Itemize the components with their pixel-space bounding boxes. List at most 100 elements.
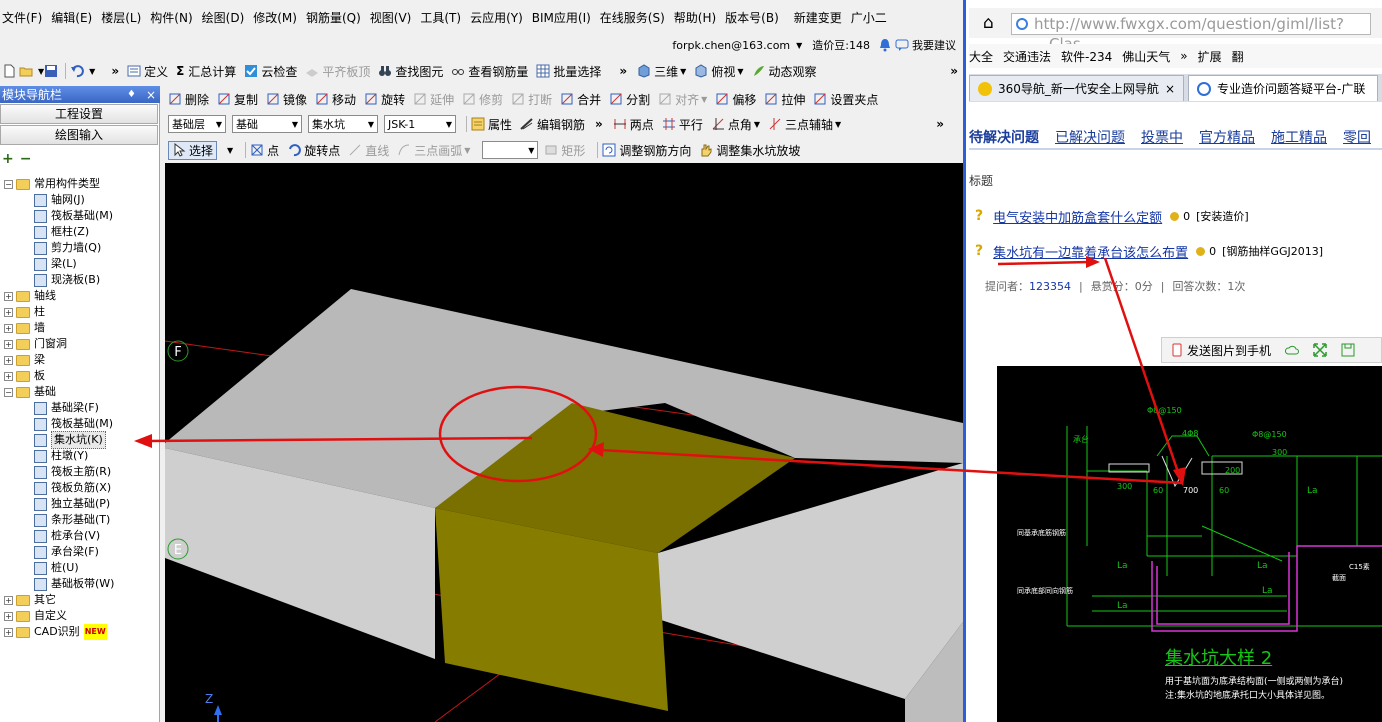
menu-item[interactable]: 版本号(B) (725, 9, 779, 26)
chevron-down-icon[interactable]: ▼ (89, 67, 95, 76)
line-button[interactable]: 直线 (348, 142, 389, 159)
select-button[interactable]: 选择 (168, 140, 218, 160)
edit-rebar-button[interactable]: 编辑钢筋 (520, 116, 585, 133)
expand-icon[interactable]: + (4, 339, 13, 349)
type-select[interactable]: 集水坑 ▼ (308, 115, 378, 133)
tree-item[interactable]: 筏板基础(M) (4, 416, 158, 432)
tab-fwxgx[interactable]: 专业造价问题答疑平台-广联 (1188, 75, 1378, 101)
menu-item[interactable]: 绘图(D) (202, 9, 245, 26)
edit-tool-button[interactable]: 延伸 (413, 91, 454, 108)
tree-item[interactable]: 承台梁(F) (4, 544, 158, 560)
name-select[interactable]: JSK-1 ▼ (384, 115, 456, 133)
point-angle-button[interactable]: 点角 ▼ (711, 116, 760, 133)
question-link[interactable]: 集水坑有一边靠着承台该怎么布置 (993, 242, 1188, 261)
tree-folder[interactable]: + 门窗洞 (4, 336, 158, 352)
account-email[interactable]: forpk.chen@163.com (672, 39, 790, 52)
suggest-link[interactable]: 我要建议 (912, 37, 956, 53)
rect-button[interactable]: 矩形 (544, 142, 585, 159)
project-settings-button[interactable]: 工程设置 (0, 104, 158, 124)
drawing-input-button[interactable]: 绘图输入 (0, 125, 158, 145)
expand-icon[interactable]: + (4, 611, 13, 621)
find-element-button[interactable]: 查找图元 (378, 63, 443, 80)
edit-tool-button[interactable]: 合并 (560, 91, 601, 108)
tree-item[interactable]: 筏板负筋(X) (4, 480, 158, 496)
3d-view-button[interactable]: 三维 ▼ (637, 63, 686, 80)
tab-360-nav[interactable]: 360导航_新一代安全上网导航 × (969, 75, 1184, 101)
overflow-icon[interactable]: » (950, 64, 958, 78)
tree-item[interactable]: 现浇板(B) (4, 272, 158, 288)
menu-item[interactable]: 广小二 (851, 9, 887, 26)
expand-all-icon[interactable]: + (2, 151, 14, 167)
home-icon[interactable]: ⌂ (983, 13, 994, 33)
tree-folder[interactable]: + 墙 (4, 320, 158, 336)
menu-item[interactable]: 编辑(E) (51, 9, 92, 26)
tree-item[interactable]: 集水坑(K) (4, 431, 158, 449)
point-button[interactable]: 点 (250, 142, 279, 159)
menu-item[interactable]: 在线服务(S) (600, 9, 665, 26)
menu-item[interactable]: 云应用(Y) (470, 9, 523, 26)
open-folder-icon[interactable] (19, 64, 33, 78)
tree-item[interactable]: 桩(U) (4, 560, 158, 576)
tree-item[interactable]: 桩承台(V) (4, 528, 158, 544)
bookmark-item[interactable]: » (1180, 49, 1187, 63)
cloud-check-button[interactable]: 云检查 (244, 63, 297, 80)
two-points-button[interactable]: 两点 (613, 116, 654, 133)
edit-tool-button[interactable]: 打断 (511, 91, 552, 108)
tree-item[interactable]: 梁(L) (4, 256, 158, 272)
menu-item[interactable]: BIM应用(I) (532, 9, 591, 26)
tree-item[interactable]: 条形基础(T) (4, 512, 158, 528)
align-top-button[interactable]: 平齐板顶 (305, 63, 370, 80)
define-button[interactable]: 定义 (127, 63, 168, 80)
edit-tool-button[interactable]: 偏移 (715, 91, 756, 108)
adjust-rebar-direction-button[interactable]: 调整钢筋方向 (602, 142, 691, 159)
edit-tool-button[interactable]: 拉伸 (764, 91, 805, 108)
send-to-phone-button[interactable]: 发送图片到手机 (1187, 342, 1271, 359)
edit-tool-button[interactable]: 分割 (609, 91, 650, 108)
pin-icon[interactable]: ♦ (127, 89, 136, 100)
chevron-down-icon[interactable]: ▼ (227, 146, 233, 155)
rotate-point-button[interactable]: 旋转点 (287, 142, 340, 159)
tree-item[interactable]: 独立基础(P) (4, 496, 158, 512)
tree-folder[interactable]: + 梁 (4, 352, 158, 368)
edit-tool-button[interactable]: 修剪 (462, 91, 503, 108)
tab-category[interactable]: 官方精品 (1199, 127, 1255, 147)
overflow-icon[interactable]: » (111, 64, 119, 78)
save-icon[interactable] (44, 64, 58, 78)
edit-tool-button[interactable]: 对齐 ▼ (658, 91, 707, 108)
parallel-button[interactable]: 平行 (662, 116, 703, 133)
chat-icon[interactable] (895, 38, 909, 52)
dynamic-observe-button[interactable]: 动态观察 (752, 63, 817, 80)
expand-icon[interactable]: + (4, 355, 13, 365)
tree-item[interactable]: 框柱(Z) (4, 224, 158, 240)
menu-item[interactable]: 帮助(H) (674, 9, 716, 26)
close-icon[interactable]: × (146, 88, 156, 102)
tree-item[interactable]: 轴网(J) (4, 192, 158, 208)
overflow-icon[interactable]: » (595, 117, 603, 131)
menu-item[interactable]: 修改(M) (253, 9, 297, 26)
top-view-button[interactable]: 俯视 ▼ (694, 63, 744, 80)
tree-folder[interactable]: + 轴线 (4, 288, 158, 304)
question-link[interactable]: 电气安装中加筋盒套什么定额 (993, 207, 1162, 226)
collapse-all-icon[interactable]: − (20, 151, 32, 167)
menu-item[interactable]: 新建变更 (794, 9, 842, 26)
adjust-pit-slope-button[interactable]: 调整集水坑放坡 (699, 142, 800, 159)
bookmark-item[interactable]: 佛山天气 (1122, 48, 1170, 65)
arc-mode-select[interactable]: ▼ (482, 141, 539, 159)
bookmark-item[interactable]: 大全 (969, 48, 993, 65)
tree-folder[interactable]: + CAD识别 NEW (4, 624, 158, 640)
asker-link[interactable]: 123354 (1029, 280, 1071, 293)
menu-item[interactable]: 工具(T) (420, 9, 461, 26)
tree-folder[interactable]: + 自定义 (4, 608, 158, 624)
tree-folder[interactable]: − 常用构件类型 (4, 176, 158, 192)
menu-item[interactable]: 构件(N) (150, 9, 192, 26)
tree-folder[interactable]: + 其它 (4, 592, 158, 608)
three-point-axis-button[interactable]: 三点辅轴 ▼ (768, 116, 841, 133)
url-input[interactable]: http://www.fwxgx.com/question/giml/list?… (1011, 13, 1371, 53)
floor-select[interactable]: 基础层 ▼ (168, 115, 226, 133)
bookmark-item[interactable]: 扩展 (1198, 48, 1222, 65)
tree-folder[interactable]: − 基础 (4, 384, 158, 400)
collapse-icon[interactable]: − (4, 179, 13, 189)
undo-icon[interactable] (70, 64, 85, 78)
menu-item[interactable]: 视图(V) (370, 9, 412, 26)
expand-icon[interactable]: + (4, 323, 13, 333)
